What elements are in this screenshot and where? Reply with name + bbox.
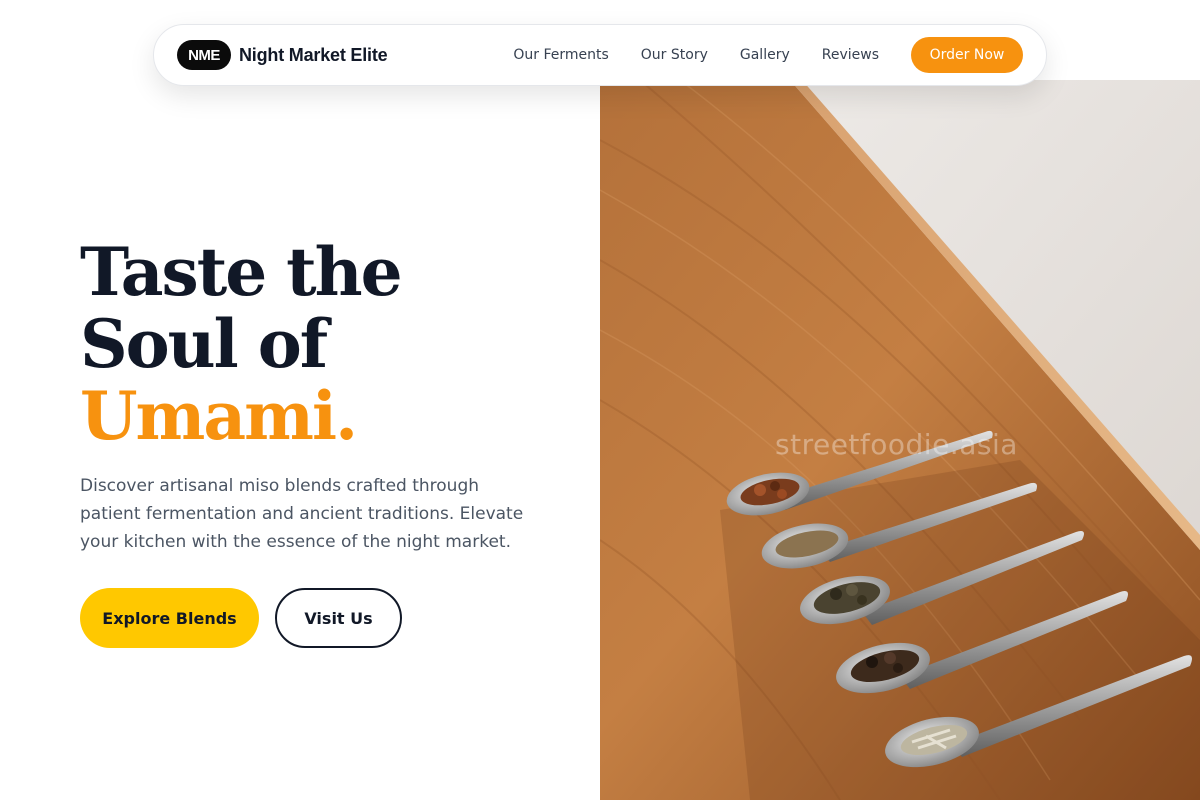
nav-link-reviews[interactable]: Reviews [822,47,879,63]
explore-blends-button[interactable]: Explore Blends [80,588,259,648]
hero-title: Taste the Soul of Umami. [80,236,580,452]
order-now-button[interactable]: Order Now [911,37,1023,73]
nav-link-our-ferments[interactable]: Our Ferments [513,47,608,63]
hero-title-line-1: Taste the [80,233,403,311]
nav-link-gallery[interactable]: Gallery [740,47,790,63]
top-navbar: NME Night Market Elite Our Ferments Our … [153,24,1047,86]
image-watermark: streetfoodie.asia [775,428,1018,461]
logo-badge[interactable]: NME [177,40,231,70]
hero-image: streetfoodie.asia [600,80,1200,800]
nav-link-our-story[interactable]: Our Story [641,47,708,63]
nav-links: Our Ferments Our Story Gallery Reviews O… [513,37,1023,73]
hero-title-line-2: Soul of [80,305,328,383]
brand-name[interactable]: Night Market Elite [239,45,388,66]
hero-description: Discover artisanal miso blends crafted t… [80,476,524,552]
hero-title-accent: Umami. [80,377,358,455]
visit-us-button[interactable]: Visit Us [275,588,402,648]
